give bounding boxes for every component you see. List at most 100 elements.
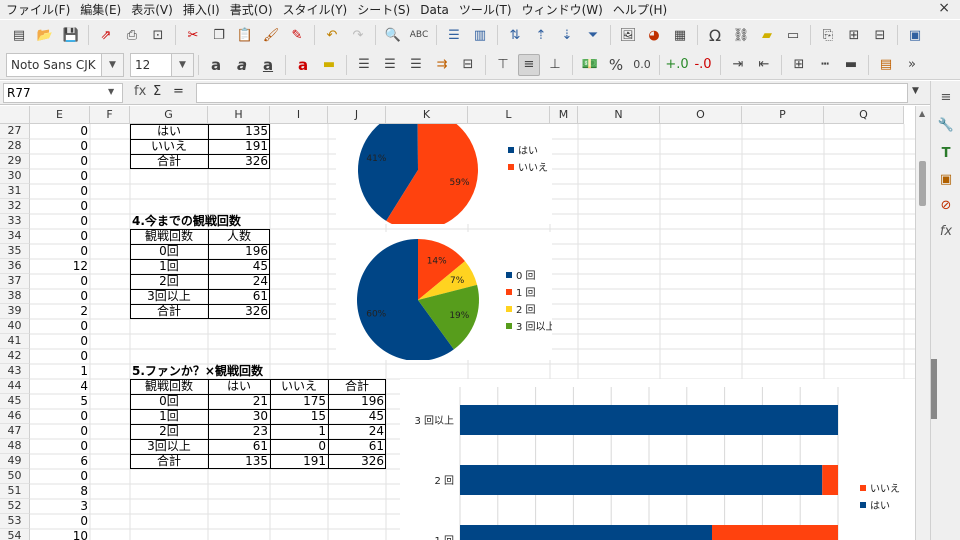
cell-e[interactable]: 0 [30,514,90,529]
cell-e[interactable]: 0 [30,214,90,229]
row-header[interactable]: 45 [0,394,30,409]
expand-formula-bar-icon[interactable]: ▼ [912,86,919,96]
table-cell-value[interactable]: 23 [208,424,270,439]
row-header[interactable]: 46 [0,409,30,424]
table-cell-label[interactable]: 合計 [130,154,208,169]
column-icon[interactable]: ▥ [469,24,491,46]
cell-e[interactable]: 0 [30,274,90,289]
table-cell-label[interactable]: 1回 [130,259,208,274]
table-cell-value[interactable]: 0 [270,439,328,454]
table-cell-value[interactable]: 21 [208,394,270,409]
function-wizard-icon[interactable]: fx [134,84,146,99]
find-replace-icon[interactable]: 🔍 [382,24,404,46]
section-title[interactable]: 5.ファンか？×観戦回数 [130,364,328,379]
row-header[interactable]: 38 [0,289,30,304]
column-header-i[interactable]: I [270,106,328,124]
menu-item[interactable]: 表示(V) [125,1,177,18]
cell-e[interactable]: 0 [30,154,90,169]
table-cell-value[interactable]: 196 [208,244,270,259]
table-cell-label[interactable]: 合計 [130,304,208,319]
column-header-e[interactable]: E [30,106,90,124]
table-cell-value[interactable]: 61 [328,439,386,454]
sum-icon[interactable]: Σ [153,84,161,99]
cell-e[interactable]: 0 [30,439,90,454]
table-cell-value[interactable]: 24 [208,274,270,289]
close-document-icon[interactable]: × [938,0,950,16]
pivot-table-icon[interactable]: ▦ [669,24,691,46]
cell-e[interactable]: 0 [30,229,90,244]
cell-e[interactable]: 6 [30,454,90,469]
hyperlink-icon[interactable]: ⛓ [730,24,752,46]
cell-e[interactable]: 12 [30,259,90,274]
row-header[interactable]: 49 [0,454,30,469]
column-header-l[interactable]: L [468,106,550,124]
cell-e[interactable]: 0 [30,409,90,424]
merge-cells-icon[interactable]: ⊟ [457,54,479,76]
cell-e[interactable]: 8 [30,484,90,499]
table-cell-value[interactable]: 30 [208,409,270,424]
insert-chart-icon[interactable]: ◕ [643,24,665,46]
menu-item[interactable]: シート(S) [351,1,414,18]
row-header[interactable]: 54 [0,529,30,540]
table-cell-value[interactable]: 61 [208,439,270,454]
cell-e[interactable]: 5 [30,394,90,409]
column-header-h[interactable]: H [208,106,270,124]
spreadsheet-grid[interactable]: E F G H I J K L M N O P Q 27 0 28 0 29 0 30 0 31 0 32 0 33 0 34 0 35 0… [0,106,915,540]
table-cell-label[interactable]: 2回 [130,274,208,289]
menu-item[interactable]: ファイル(F) [0,1,74,18]
cell-e[interactable]: 0 [30,199,90,214]
border-color-icon[interactable]: ▬ [840,54,862,76]
comment-icon[interactable]: ▰ [756,24,778,46]
navigator-icon[interactable]: ⊘ [936,195,956,215]
table-cell-value[interactable]: 135 [208,454,270,469]
styles-icon[interactable]: T [936,143,956,163]
delete-decimal-icon[interactable]: -.0 [692,54,714,76]
vertical-scrollbar[interactable]: ▲ [915,106,930,540]
table-header[interactable]: 観戦回数 [130,379,208,394]
column-header-f[interactable]: F [90,106,130,124]
row-header[interactable]: 41 [0,334,30,349]
cell-e[interactable]: 2 [30,304,90,319]
align-right-icon[interactable]: ☰ [405,54,427,76]
insert-image-icon[interactable]: 🖼 [617,24,639,46]
scrollbar-thumb[interactable] [919,161,926,206]
table-cell-value[interactable]: 24 [328,424,386,439]
underline-icon[interactable]: a [257,54,279,76]
add-decimal-icon[interactable]: +.0 [665,54,688,76]
row-header[interactable]: 39 [0,304,30,319]
table-cell-label[interactable]: 1回 [130,409,208,424]
cell-e[interactable]: 0 [30,334,90,349]
table-cell-label[interactable]: はい [130,124,208,139]
font-size-dropdown[interactable]: ▼ [172,52,194,77]
chart-pie-attendance[interactable]: 60% 14% 7% 19% 0 回 1 回 2 回 3 回以上 [336,232,556,361]
align-top-icon[interactable]: ⊤ [492,54,514,76]
chart-pie-fan[interactable]: 41% 59% はい いいえ [336,110,552,230]
clone-formatting-icon[interactable]: 🖌 [260,24,282,46]
undo-icon[interactable]: ↶ [321,24,343,46]
table-cell-label[interactable]: 合計 [130,454,208,469]
redo-icon[interactable]: ↷ [347,24,369,46]
row-header[interactable]: 42 [0,349,30,364]
table-cell-label[interactable]: いいえ [130,139,208,154]
column-header-p[interactable]: P [742,106,824,124]
formula-icon[interactable]: = [173,84,184,99]
column-header-k[interactable]: K [386,106,468,124]
gallery-icon[interactable]: ▣ [936,169,956,189]
table-header[interactable]: 観戦回数 [130,229,208,244]
menu-item[interactable]: 書式(O) [224,1,277,18]
row-header[interactable]: 48 [0,439,30,454]
autofilter-icon[interactable]: ⏷ [582,24,604,46]
sort-ascending-icon[interactable]: ⇡ [530,24,552,46]
cell-e[interactable]: 4 [30,379,90,394]
row-header[interactable]: 40 [0,319,30,334]
borders-icon[interactable]: ⊞ [788,54,810,76]
clear-formatting-icon[interactable]: ✎ [286,24,308,46]
special-character-icon[interactable]: Ω [704,24,726,46]
cell-e[interactable]: 0 [30,289,90,304]
align-left-icon[interactable]: ☰ [353,54,375,76]
table-cell-label[interactable]: 0回 [130,394,208,409]
print-preview-icon[interactable]: ⊡ [147,24,169,46]
wrap-text-icon[interactable]: ⇉ [431,54,453,76]
scroll-up-icon[interactable]: ▲ [919,109,925,118]
table-cell-label[interactable]: 0回 [130,244,208,259]
